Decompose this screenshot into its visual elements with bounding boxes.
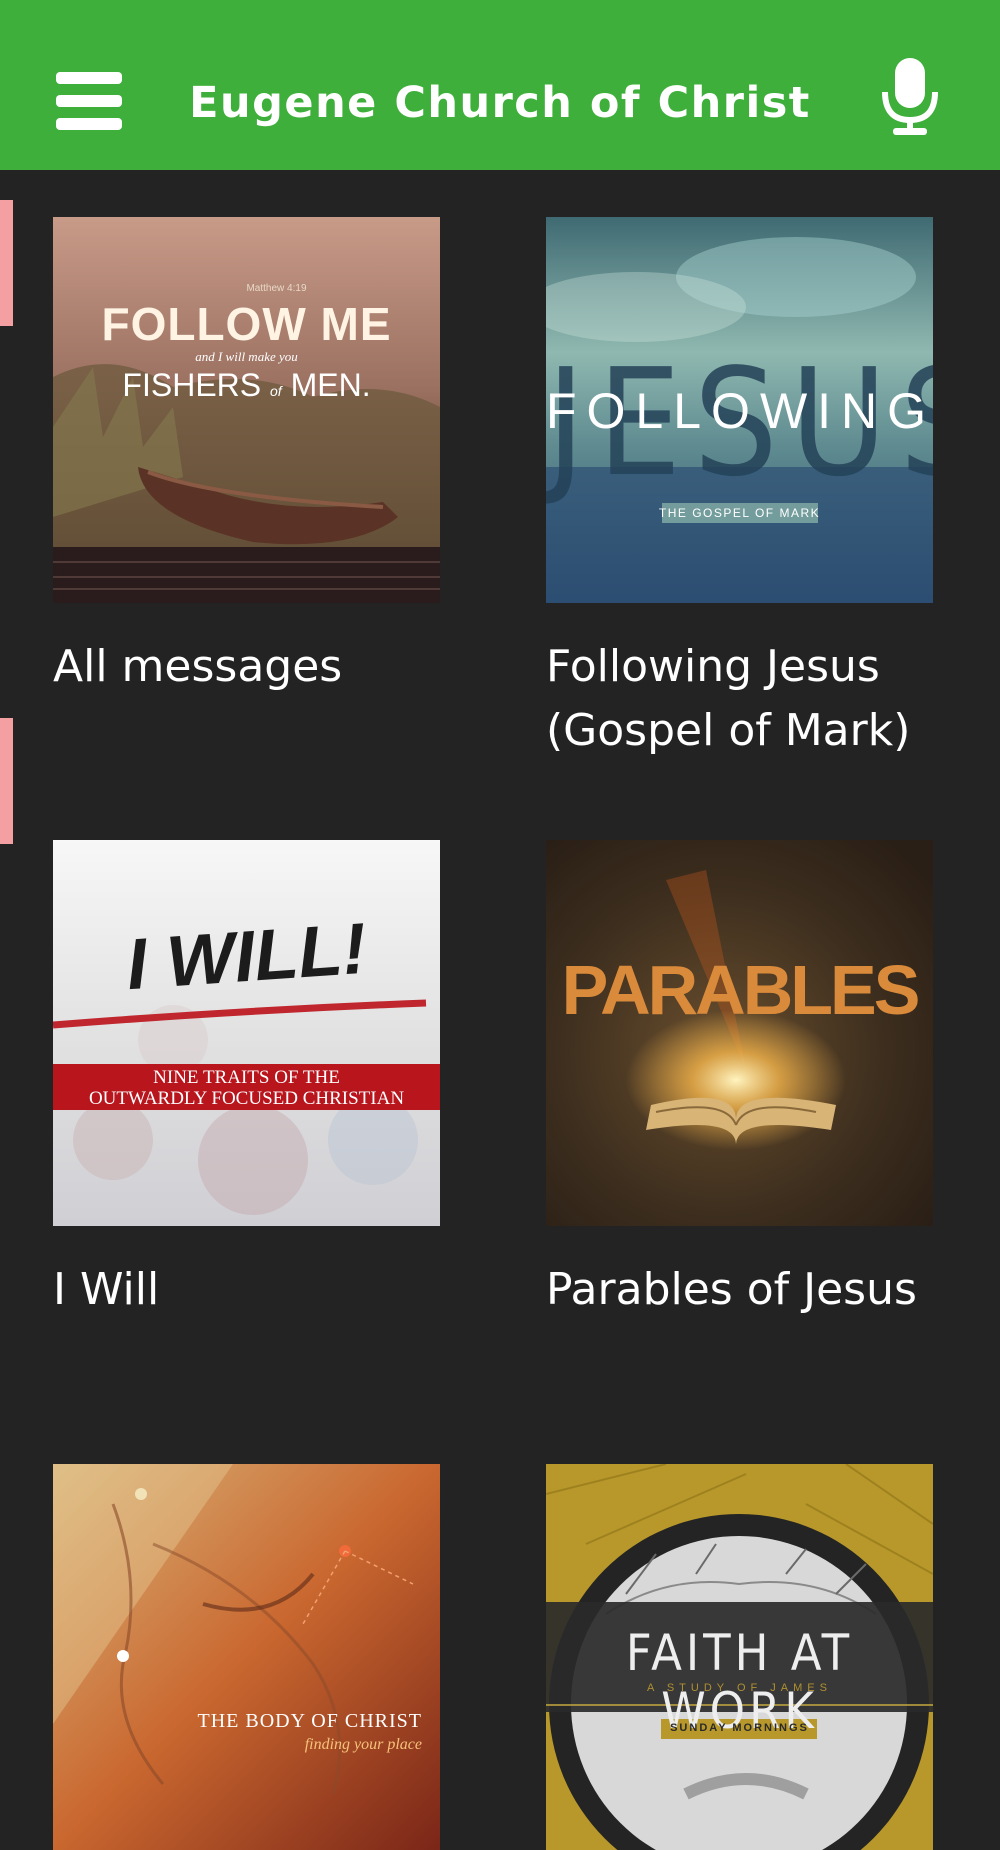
artwork-text: FOLLOW ME — [101, 298, 392, 350]
artwork-text: THE GOSPEL OF MARK — [658, 506, 821, 520]
series-artwork: Matthew 4:19 FOLLOW ME and I will make y… — [53, 217, 440, 603]
series-artwork: I WILL! NINE TRAITS OF THE OUTWARDLY FOC… — [53, 840, 440, 1226]
artwork-text: SUNDAY MORNINGS — [670, 1722, 809, 1734]
series-title: Following Jesus (Gospel of Mark) — [546, 641, 911, 756]
series-artwork: PARABLES — [546, 840, 933, 1226]
voice-search-button[interactable] — [880, 58, 940, 136]
menu-button[interactable] — [56, 72, 122, 130]
artwork-text: OUTWARDLY FOCUSED CHRISTIAN — [88, 1088, 405, 1109]
scroll-edge-marker — [0, 200, 13, 326]
artwork-text: PARABLES — [561, 951, 921, 1029]
series-artwork: JESUS FOLLOWING THE GOSPEL OF MARK — [546, 217, 933, 603]
microphone-icon — [882, 58, 938, 135]
series-title: I Will — [53, 1264, 160, 1315]
artwork-text: A STUDY OF JAMES — [647, 1682, 832, 1694]
series-artwork: THE BODY OF CHRIST finding your place — [53, 1464, 440, 1850]
app-bar: Eugene Church of Christ — [0, 0, 1000, 170]
artwork-text: finding your place — [304, 1736, 422, 1753]
series-artwork: FAITH AT WORK A STUDY OF JAMES SUNDAY MO… — [546, 1464, 933, 1850]
artwork-text: FOLLOWING — [546, 383, 933, 439]
artwork-text: and I will make you — [195, 349, 298, 364]
scroll-edge-marker — [0, 718, 13, 844]
artwork-text: Matthew 4:19 — [246, 283, 307, 294]
artwork-text: FISHERS of MEN. — [122, 367, 371, 403]
page-title: Eugene Church of Christ — [189, 78, 811, 128]
series-title: Parables of Jesus — [546, 1264, 917, 1315]
artwork-text: NINE TRAITS OF THE — [153, 1067, 340, 1088]
series-title: All messages — [53, 641, 343, 692]
artwork-text: THE BODY OF CHRIST — [197, 1710, 422, 1732]
